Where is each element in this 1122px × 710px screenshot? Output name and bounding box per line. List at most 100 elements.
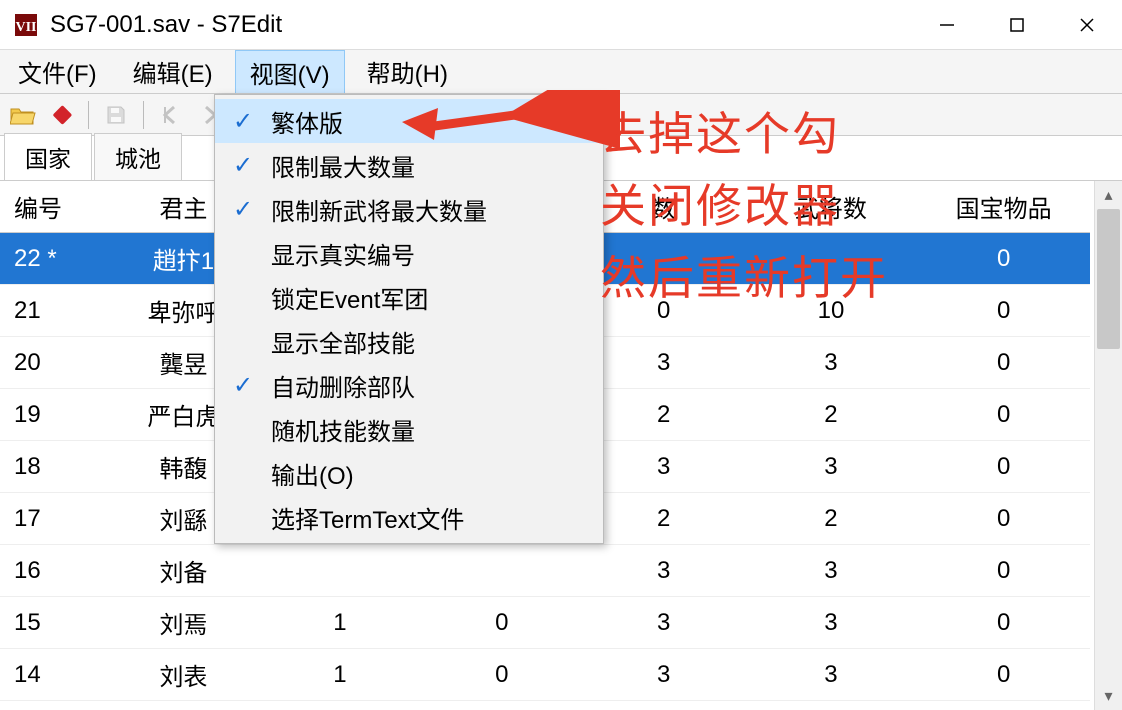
scroll-up-icon[interactable]: ▴ — [1095, 181, 1122, 209]
menu-item-label: 随机技能数量 — [271, 412, 587, 447]
scroll-down-icon[interactable]: ▾ — [1095, 682, 1122, 710]
menu-item-label: 限制最大数量 — [271, 148, 587, 183]
back-button[interactable] — [156, 100, 186, 130]
cell-c7: 0 — [917, 493, 1090, 545]
cell-c5: 3 — [583, 337, 745, 389]
cell-c7: 0 — [917, 597, 1090, 649]
window-title: SG7-001.sav - S7Edit — [50, 11, 912, 39]
cell-id: 14 — [0, 649, 108, 701]
cell-c6: 14 — [745, 701, 918, 710]
toolbar-separator — [143, 101, 144, 129]
menu-help[interactable]: 帮助(H) — [353, 50, 462, 93]
cell-id: 22 * — [0, 233, 108, 285]
cell-c4: 0 — [421, 597, 583, 649]
menu-item[interactable]: ✓自动删除部队 — [215, 363, 603, 407]
svg-text:VII: VII — [15, 20, 36, 35]
menu-item[interactable]: 显示真实编号 — [215, 231, 603, 275]
cell-lord: 董卓 — [108, 701, 259, 710]
cell-c7: 0 — [917, 389, 1090, 441]
view-menu-dropdown: ✓繁体版✓限制最大数量✓限制新武将最大数量显示真实编号锁定Event军团显示全部… — [214, 94, 604, 544]
cell-c6: 3 — [745, 441, 918, 493]
cell-c5: 3 — [583, 597, 745, 649]
check-icon: ✓ — [215, 107, 271, 136]
minimize-button[interactable] — [912, 0, 982, 49]
cell-id: 13 — [0, 701, 108, 710]
cell-c6: 2 — [745, 389, 918, 441]
save-button[interactable] — [101, 100, 131, 130]
cell-lord: 刘表 — [108, 649, 259, 701]
scroll-thumb[interactable] — [1097, 209, 1120, 349]
vertical-scrollbar[interactable]: ▴ ▾ — [1094, 181, 1122, 710]
cell-c7: 0 — [917, 337, 1090, 389]
erase-button[interactable] — [46, 100, 76, 130]
table-row[interactable]: 13董卓2014140 — [0, 701, 1090, 710]
annotation-line-1: 去掉这个勾 — [600, 98, 840, 164]
cell-c5: 14 — [583, 701, 745, 710]
annotation-line-3: 然后重新打开 — [600, 242, 888, 308]
app-icon: VII — [12, 11, 40, 39]
cell-c3: 1 — [259, 597, 421, 649]
cell-c4 — [421, 545, 583, 597]
menu-item-label: 自动删除部队 — [271, 368, 587, 403]
scroll-track[interactable] — [1095, 209, 1122, 682]
check-icon: ✓ — [215, 371, 271, 400]
cell-c5: 2 — [583, 493, 745, 545]
cell-c7: 0 — [917, 649, 1090, 701]
menu-item-label: 显示真实编号 — [271, 236, 587, 271]
menu-item-label: 选择TermText文件 — [271, 500, 587, 535]
cell-c7: 0 — [917, 285, 1090, 337]
cell-c6: 3 — [745, 545, 918, 597]
maximize-button[interactable] — [982, 0, 1052, 49]
cell-id: 19 — [0, 389, 108, 441]
menu-item-label: 限制新武将最大数量 — [271, 192, 587, 227]
cell-c3: 1 — [259, 649, 421, 701]
tab-city[interactable]: 城池 — [94, 133, 182, 180]
menubar: 文件(F) 编辑(E) 视图(V) 帮助(H) — [0, 50, 1122, 94]
col-id[interactable]: 编号 — [0, 181, 108, 233]
tab-country[interactable]: 国家 — [4, 133, 92, 180]
cell-id: 16 — [0, 545, 108, 597]
cell-c5: 3 — [583, 545, 745, 597]
check-icon: ✓ — [215, 151, 271, 180]
window-controls — [912, 0, 1122, 49]
menu-file[interactable]: 文件(F) — [4, 50, 111, 93]
cell-c7: 0 — [917, 441, 1090, 493]
open-button[interactable] — [8, 100, 38, 130]
cell-c5: 3 — [583, 649, 745, 701]
close-button[interactable] — [1052, 0, 1122, 49]
cell-lord: 刘焉 — [108, 597, 259, 649]
table-row[interactable]: 14刘表10330 — [0, 649, 1090, 701]
cell-c4: 0 — [421, 649, 583, 701]
menu-item[interactable]: 选择TermText文件 — [215, 495, 603, 539]
cell-c3 — [259, 545, 421, 597]
cell-c6: 3 — [745, 337, 918, 389]
menu-item[interactable]: 锁定Event军团 — [215, 275, 603, 319]
toolbar-separator — [88, 101, 89, 129]
menu-item[interactable]: 随机技能数量 — [215, 407, 603, 451]
menu-item[interactable]: ✓限制新武将最大数量 — [215, 187, 603, 231]
cell-id: 20 — [0, 337, 108, 389]
cell-c5: 3 — [583, 441, 745, 493]
cell-id: 15 — [0, 597, 108, 649]
cell-c7: 0 — [917, 545, 1090, 597]
annotation-arrow — [400, 90, 620, 150]
cell-c4: 0 — [421, 701, 583, 710]
menu-item[interactable]: 显示全部技能 — [215, 319, 603, 363]
annotation-line-2: 关闭修改器 — [600, 170, 840, 236]
col-7[interactable]: 国宝物品 — [917, 181, 1090, 233]
menu-item[interactable]: 输出(O) — [215, 451, 603, 495]
table-row[interactable]: 16刘备330 — [0, 545, 1090, 597]
cell-c3: 2 — [259, 701, 421, 710]
cell-id: 21 — [0, 285, 108, 337]
titlebar: VII SG7-001.sav - S7Edit — [0, 0, 1122, 50]
menu-edit[interactable]: 编辑(E) — [119, 50, 227, 93]
cell-c7: 0 — [917, 701, 1090, 710]
cell-c6: 3 — [745, 597, 918, 649]
cell-c6: 3 — [745, 649, 918, 701]
menu-view[interactable]: 视图(V) — [235, 50, 345, 93]
cell-lord: 刘备 — [108, 545, 259, 597]
cell-c7: 0 — [917, 233, 1090, 285]
menu-item-label: 输出(O) — [271, 456, 587, 491]
check-icon: ✓ — [215, 195, 271, 224]
table-row[interactable]: 15刘焉10330 — [0, 597, 1090, 649]
